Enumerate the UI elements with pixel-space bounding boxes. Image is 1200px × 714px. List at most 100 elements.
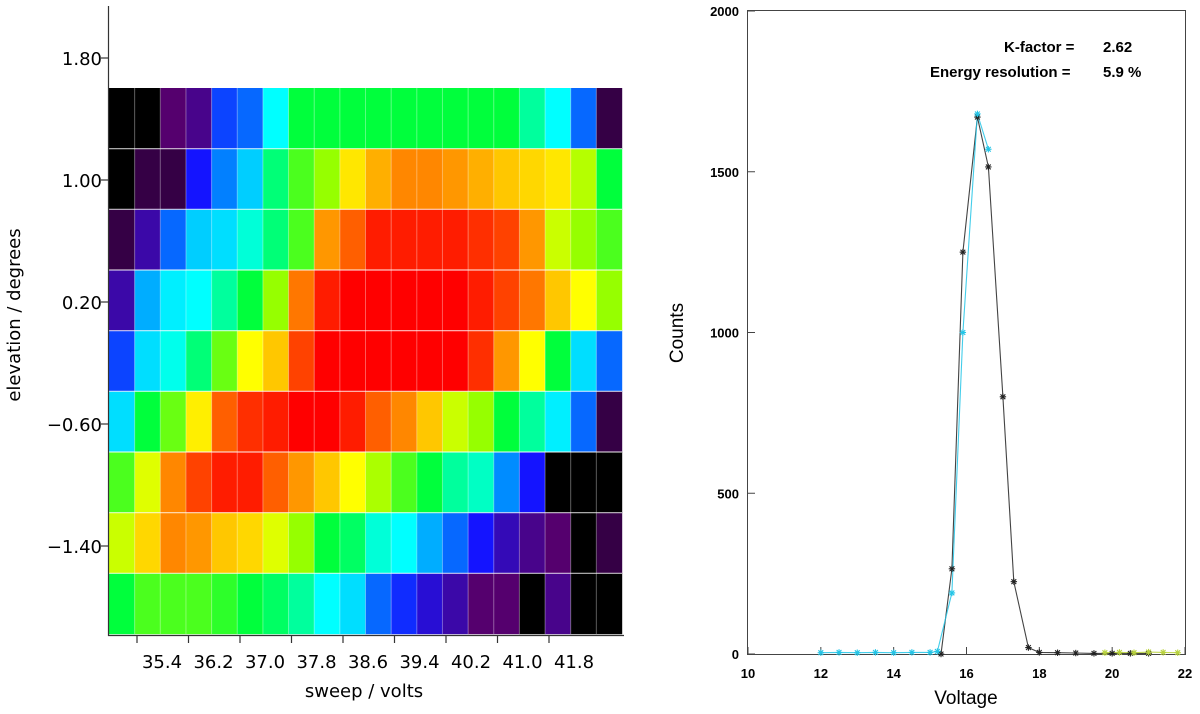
- heatmap-cell: [365, 88, 392, 149]
- spectrum-x-axis-label: Voltage: [934, 688, 997, 709]
- heatmap-cell: [416, 573, 443, 635]
- spectrum-series: [817, 110, 1181, 658]
- heatmap-cell: [468, 209, 494, 271]
- spectrum-data-point: [985, 146, 992, 153]
- heatmap-cell: [185, 209, 212, 271]
- spectrum-data-point: [1025, 644, 1032, 651]
- heatmap-cell: [391, 512, 417, 574]
- spectrum-data-point: [1054, 649, 1061, 656]
- heatmap-x-tick-label: 41.0: [502, 652, 542, 673]
- heatmap-cell: [339, 512, 366, 574]
- heatmap-cell: [493, 391, 520, 453]
- spectrum-data-point: [1116, 649, 1123, 656]
- heatmap-cell: [493, 270, 520, 331]
- heatmap-cell: [416, 512, 443, 574]
- spectrum-data-point: [890, 649, 897, 656]
- heatmap-cell: [109, 452, 135, 513]
- heatmap-cell: [365, 148, 392, 210]
- heatmap-cell: [237, 573, 264, 635]
- heatmap-cell: [314, 573, 341, 635]
- heatmap-cell: [160, 88, 187, 149]
- heatmap-cell: [211, 573, 238, 635]
- heatmap-cell: [468, 148, 494, 210]
- spectrum-y-tick-label: 1000: [710, 326, 739, 341]
- heatmap-cell: [442, 452, 469, 513]
- heatmap-cell: [391, 573, 417, 635]
- heatmap-cell: [391, 330, 417, 392]
- heatmap-cell: [570, 330, 597, 392]
- heatmap-x-tick-label: 36.2: [193, 652, 233, 673]
- heatmap-cell: [545, 270, 571, 331]
- spectrum-data-point: [854, 649, 861, 656]
- heatmap-cell: [493, 512, 520, 574]
- heatmap-cell: [211, 209, 238, 271]
- heatmap-cell: [493, 88, 520, 149]
- heatmap-x-tick-label: 37.0: [245, 652, 285, 673]
- heatmap-cell: [596, 270, 623, 331]
- heatmap-cell: [211, 330, 238, 392]
- heatmap-cell: [134, 330, 161, 392]
- heatmap-y-tick-label: 1.00: [62, 171, 102, 192]
- heatmap-cell: [416, 270, 443, 331]
- heatmap-cell: [160, 452, 187, 513]
- heatmap-cell: [288, 573, 315, 635]
- heatmap-cell: [442, 270, 469, 331]
- heatmap-cell: [545, 330, 571, 392]
- heatmap-cell: [237, 88, 264, 149]
- spectrum-data-point: [948, 589, 956, 597]
- heatmap-cell: [339, 88, 366, 149]
- heatmap-cell: [416, 148, 443, 210]
- heatmap-cell: [596, 452, 623, 513]
- heatmap-cell: [185, 88, 212, 149]
- heatmap-cell: [237, 148, 264, 210]
- heatmap-cell: [134, 209, 161, 271]
- heatmap-cell: [545, 573, 571, 635]
- heatmap-x-tick-label: 38.6: [348, 652, 388, 673]
- heatmap-cell: [365, 573, 392, 635]
- heatmap-cell: [519, 148, 546, 210]
- heatmap-y-tick-label: −0.60: [47, 415, 102, 436]
- spectrum-data-point: [1072, 649, 1079, 657]
- spectrum-panel: 0 500 1000 1500 2000 10 12 14 16 18 20 22 K-factor…: [667, 4, 1192, 709]
- heatmap-cell: [365, 270, 392, 331]
- spectrum-x-tick-label: 12: [814, 666, 828, 681]
- heatmap-cell: [493, 330, 520, 392]
- heatmap-cell: [237, 452, 264, 513]
- heatmap-cell: [237, 330, 264, 392]
- heatmap-cell: [109, 391, 135, 453]
- heatmap-cell: [493, 573, 520, 635]
- heatmap-cell: [288, 391, 315, 453]
- spectrum-data-point: [959, 329, 967, 336]
- heatmap-cell: [185, 391, 212, 453]
- heatmap-cell: [262, 573, 289, 635]
- heatmap-cell: [185, 512, 212, 574]
- heatmap-cell: [288, 148, 315, 210]
- heatmap-cell: [519, 209, 546, 271]
- heatmap-cell: [570, 148, 597, 210]
- heatmap-cell: [314, 330, 341, 392]
- heatmap-cell: [339, 452, 366, 513]
- heatmap-cell: [365, 452, 392, 513]
- spectrum-plot-frame: [747, 10, 1186, 655]
- spectrum-data-point: [974, 110, 981, 118]
- heatmap-y-tick-label: −1.40: [47, 537, 102, 558]
- heatmap-cell: [493, 148, 520, 210]
- heatmap-cell: [391, 270, 417, 331]
- heatmap-cell: [237, 209, 264, 271]
- heatmap-cell: [596, 88, 623, 149]
- spectrum-data-point: [1159, 649, 1167, 656]
- spectrum-data-point: [1036, 649, 1043, 656]
- heatmap-x-tick-label: 40.2: [451, 652, 491, 673]
- heatmap-cell: [570, 452, 597, 513]
- figure: 1.801.000.20−0.60−1.40 35.4 36.2 37.0 37.8 3…: [4, 4, 1192, 709]
- heatmap-cell: [545, 209, 571, 271]
- heatmap-cell: [468, 88, 494, 149]
- heatmap-cell: [416, 330, 443, 392]
- heatmap-cell: [339, 573, 366, 635]
- heatmap-cell: [262, 330, 289, 392]
- heatmap-cell: [468, 391, 494, 453]
- heatmap-cell: [134, 452, 161, 513]
- heatmap-cell: [211, 391, 238, 453]
- heatmap-cell: [596, 209, 623, 271]
- heatmap-cell: [391, 209, 417, 271]
